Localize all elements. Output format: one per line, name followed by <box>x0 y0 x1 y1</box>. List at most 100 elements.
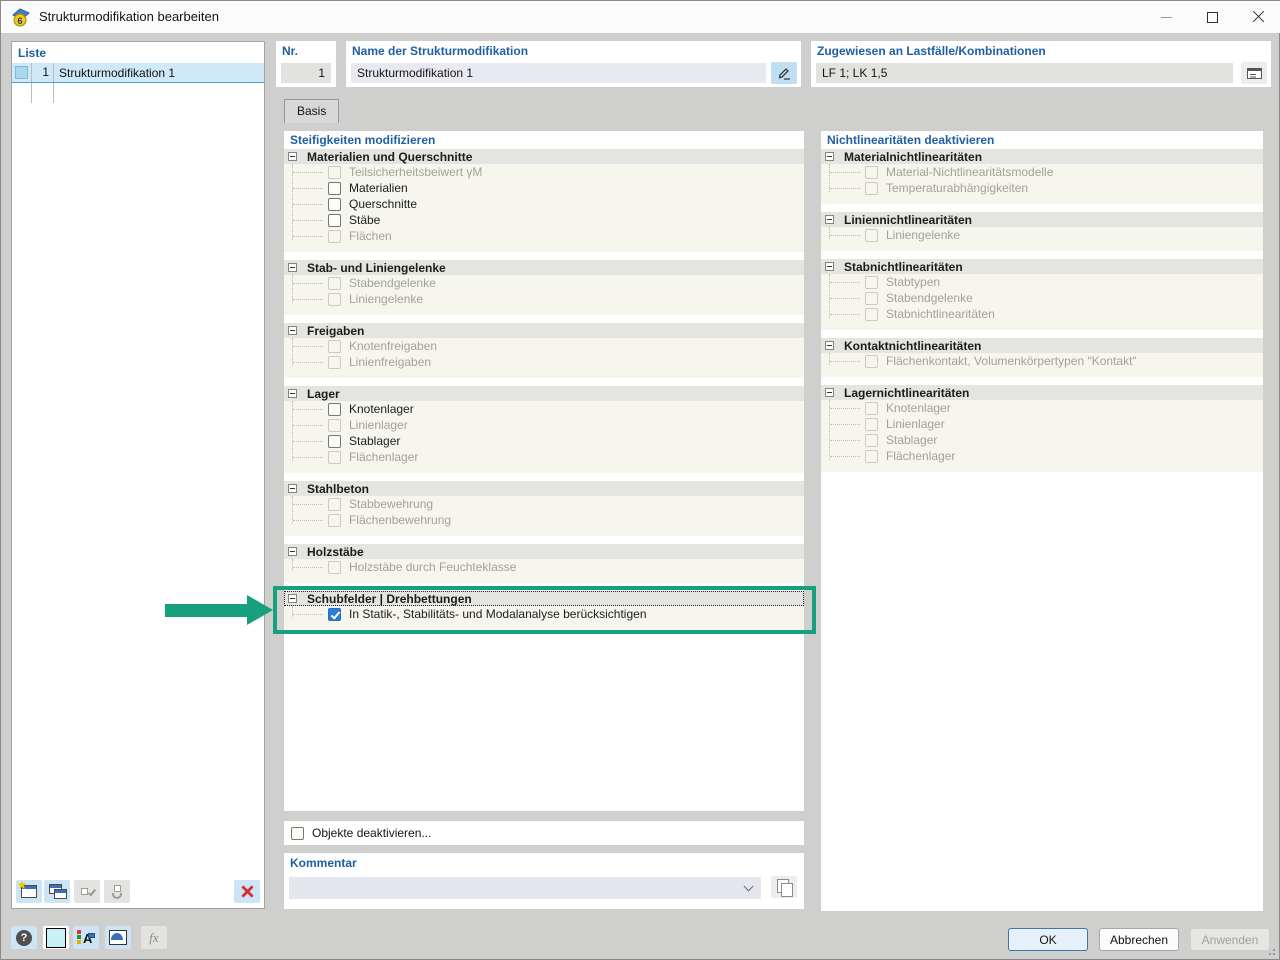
tree-checkbox-item: Linienlager <box>284 417 804 433</box>
row-name: Strukturmodifikation 1 <box>59 65 176 80</box>
tree-checkbox-item[interactable]: Knotenlager <box>284 401 804 417</box>
collapse-minus-icon[interactable] <box>825 215 834 224</box>
tree-checkbox-item: Holzstäbe durch Feuchteklasse <box>284 559 804 575</box>
list-toolbar <box>12 880 264 906</box>
checkbox-label: Linienlager <box>349 418 408 432</box>
tree-group-header[interactable]: Materialien und Querschnitte <box>284 149 804 164</box>
tree-group-header[interactable]: Stabnichtlinearitäten <box>821 259 1263 274</box>
checkbox-label: Materialien <box>349 181 408 195</box>
rename-button[interactable] <box>771 62 797 84</box>
collapse-minus-icon[interactable] <box>288 484 297 493</box>
resize-grip[interactable] <box>1265 945 1275 955</box>
new-window-icon <box>17 880 37 898</box>
delete-item-button[interactable] <box>234 880 260 903</box>
assigned-label: Zugewiesen an Lastfälle/Kombinationen <box>817 44 1046 58</box>
collapse-minus-icon[interactable] <box>825 341 834 350</box>
checkbox <box>865 228 878 242</box>
tree-checkbox-item[interactable]: Stäbe <box>284 212 804 228</box>
collapse-minus-icon[interactable] <box>288 152 297 161</box>
list-item[interactable]: 1 Strukturmodifikation 1 <box>12 63 264 83</box>
tree-checkbox-item[interactable]: In Statik-, Stabilitäts- und Modalanalys… <box>284 606 804 622</box>
chevron-down-icon[interactable] <box>743 881 754 892</box>
monitor-icon <box>109 930 127 945</box>
new-item-button[interactable] <box>16 880 42 903</box>
copy-item-button[interactable] <box>44 880 70 903</box>
copy-window-icon <box>47 883 67 900</box>
tree-group-title: Schubfelder | Drehbettungen <box>307 591 472 606</box>
collapse-minus-icon[interactable] <box>825 388 834 397</box>
checkbox-label: Material-Nichtlinearitätsmodelle <box>886 165 1054 179</box>
tree-group-header[interactable]: Stahlbeton <box>284 481 804 496</box>
collapse-minus-icon[interactable] <box>825 152 834 161</box>
tree-group-items: Material-Nichtlinearitätsmodelle Temperat… <box>821 164 1263 204</box>
invert-checks-button <box>104 880 130 903</box>
deactivate-objects-label: Objekte deaktivieren... <box>312 826 432 840</box>
cancel-button[interactable]: Abbrechen <box>1099 928 1179 951</box>
tree-group: Stab- und Liniengelenke Stabendgelenke Lin… <box>284 260 804 315</box>
tree-group-items: Teilsicherheitsbeiwert γM Materialien Quer… <box>284 164 804 252</box>
copy-comment-icon <box>776 879 793 897</box>
checkbox-label: Liniengelenke <box>349 292 424 306</box>
tree-checkbox-item: Knotenlager <box>821 400 1263 416</box>
tree-group-header[interactable]: Lagernichtlinearitäten <box>821 385 1263 400</box>
help-button[interactable]: ? <box>11 926 37 949</box>
minimize-button[interactable] <box>1143 1 1189 33</box>
collapse-minus-icon[interactable] <box>288 594 297 603</box>
checkbox <box>865 181 878 195</box>
list-panel-header: Liste <box>18 46 47 60</box>
collapse-minus-icon[interactable] <box>288 326 297 335</box>
tree-checkbox-item[interactable]: Materialien <box>284 180 804 196</box>
comment-group: Kommentar <box>284 853 804 909</box>
tree-checkbox-item: Flächenlager <box>821 448 1263 464</box>
checkbox <box>865 275 878 289</box>
deactivate-objects-row[interactable]: Objekte deaktivieren... <box>284 821 804 845</box>
checkbox-label: Flächenkontakt, Volumenkörpertypen "Kont… <box>886 354 1137 368</box>
tree-group-header[interactable]: Holzstäbe <box>284 544 804 559</box>
checkbox[interactable] <box>328 434 341 448</box>
tree-checkbox-item[interactable]: Stablager <box>284 433 804 449</box>
tree-group-header[interactable]: Freigaben <box>284 323 804 338</box>
checkbox[interactable] <box>328 402 341 416</box>
color-picker-button[interactable] <box>43 926 69 949</box>
row-color-cell <box>12 83 32 103</box>
ok-button[interactable]: OK <box>1008 928 1088 951</box>
tree-checkbox-item: Linienlager <box>821 416 1263 432</box>
checkbox-label: Knotenlager <box>886 401 951 415</box>
checkbox <box>865 354 878 368</box>
collapse-minus-icon[interactable] <box>288 389 297 398</box>
checkbox[interactable] <box>328 197 341 211</box>
tab-basis[interactable]: Basis <box>284 99 340 123</box>
collapse-minus-icon[interactable] <box>288 263 297 272</box>
checkbox[interactable] <box>328 181 341 195</box>
tree-group-header[interactable]: Liniennichtlinearitäten <box>821 212 1263 227</box>
structure-modification-app-icon: 6 <box>12 8 30 27</box>
tree-group-header[interactable]: Lager <box>284 386 804 401</box>
comment-combobox[interactable] <box>289 877 761 899</box>
tree-group: Materialien und Querschnitte Teilsicherhe… <box>284 149 804 252</box>
tree-group: Materialnichtlinearitäten Material-Nichtl… <box>821 149 1263 204</box>
display-options-button[interactable]: A <box>73 926 99 949</box>
tree-group-header[interactable]: Stab- und Liniengelenke <box>284 260 804 275</box>
tree-group-header[interactable]: Kontaktnichtlinearitäten <box>821 338 1263 353</box>
tree-group: Lager Knotenlager Linienlager Stablager Fläc… <box>284 386 804 473</box>
collapse-minus-icon[interactable] <box>288 547 297 556</box>
stiffness-column-header: Steifigkeiten modifizieren <box>290 133 436 147</box>
tree-checkbox-item[interactable]: Querschnitte <box>284 196 804 212</box>
tree-checkbox-item: Flächen <box>284 228 804 244</box>
row-number: 1 <box>32 63 54 82</box>
tree-group-header[interactable]: Schubfelder | Drehbettungen <box>284 591 804 606</box>
name-input[interactable]: Strukturmodifikation 1 <box>351 63 766 83</box>
checkbox[interactable] <box>328 607 341 621</box>
collapse-minus-icon[interactable] <box>825 262 834 271</box>
checkbox <box>865 165 878 179</box>
load-cases-list-icon <box>1246 67 1262 79</box>
tree-checkbox-item: Knotenfreigaben <box>284 338 804 354</box>
close-button[interactable] <box>1235 1 1280 33</box>
deactivate-objects-checkbox[interactable] <box>291 826 304 840</box>
maximize-button[interactable] <box>1189 1 1235 33</box>
checkbox[interactable] <box>328 213 341 227</box>
checkbox-label: Stäbe <box>349 213 381 227</box>
tree-group-title: Materialnichtlinearitäten <box>844 149 983 164</box>
tree-group-header[interactable]: Materialnichtlinearitäten <box>821 149 1263 164</box>
rendering-button[interactable] <box>105 926 131 949</box>
